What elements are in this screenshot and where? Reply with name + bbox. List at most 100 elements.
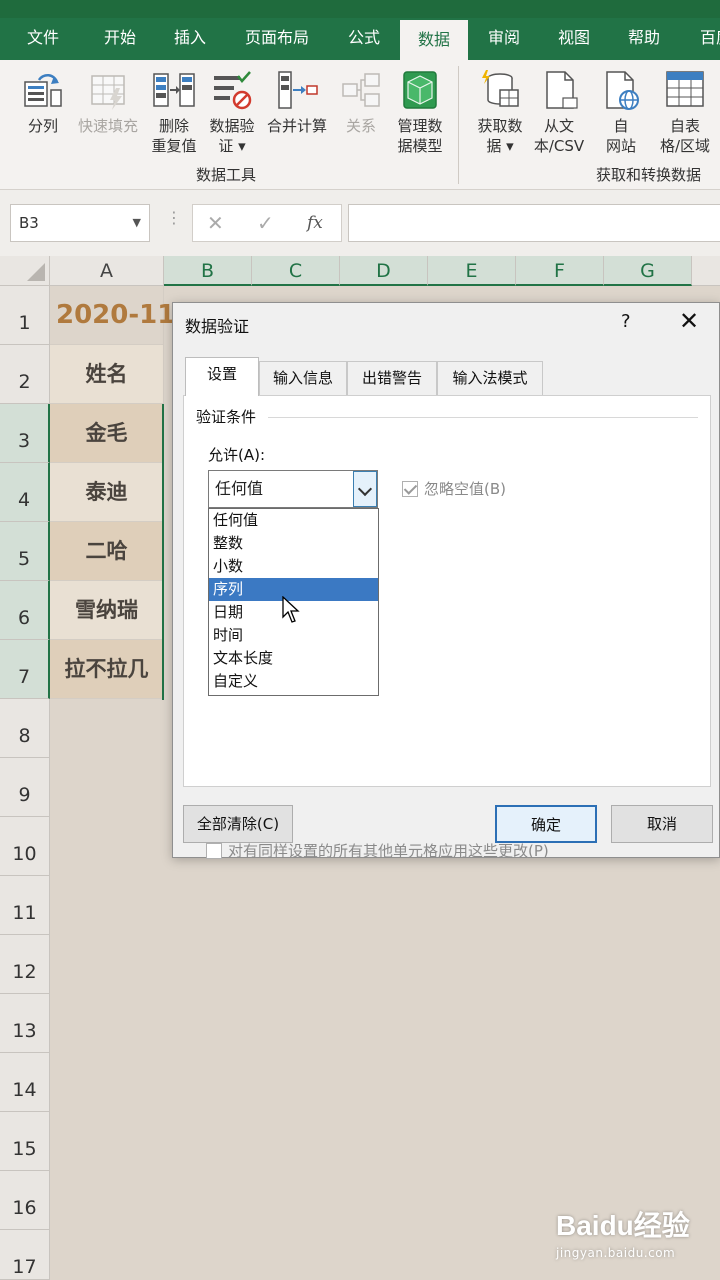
from-web-icon <box>606 71 639 110</box>
column-header-g[interactable]: G <box>604 256 692 286</box>
tab-baidu[interactable]: 百度 <box>690 18 720 60</box>
cell-a7[interactable]: 拉不拉几 <box>50 640 164 699</box>
relationships-button[interactable]: 关系 <box>338 68 384 136</box>
ribbon-group-separator <box>458 66 459 184</box>
cancel-icon[interactable]: ✕ <box>207 211 224 235</box>
column-header-e[interactable]: E <box>428 256 516 286</box>
column-header-b[interactable]: B <box>164 256 252 286</box>
enter-icon[interactable]: ✓ <box>257 211 274 235</box>
tab-data[interactable]: 数据 <box>400 20 468 62</box>
title-bar <box>0 0 720 18</box>
tab-input-message[interactable]: 输入信息 <box>259 361 347 395</box>
tab-file[interactable]: 文件 <box>18 18 68 60</box>
formula-buttons: ✕ ✓ fx <box>192 204 342 242</box>
drag-handle-icon[interactable]: ⋮ <box>166 208 182 227</box>
column-header-f[interactable]: F <box>516 256 604 286</box>
row-header-14[interactable]: 14 <box>0 1053 50 1112</box>
remove-duplicates-icon <box>153 73 195 107</box>
option-any-value[interactable]: 任何值 <box>209 509 378 532</box>
option-text-length[interactable]: 文本长度 <box>209 647 378 670</box>
chevron-down-icon[interactable]: ▼ <box>133 205 141 241</box>
section-validation-criteria: 验证条件 <box>196 406 263 427</box>
tab-ime-mode[interactable]: 输入法模式 <box>437 361 543 395</box>
from-table-range-button[interactable]: 自表 格/区域 <box>650 68 720 156</box>
formula-input[interactable] <box>348 204 720 242</box>
data-validation-dialog: 数据验证 ? ✕ 设置 输入信息 出错警告 输入法模式 验证条件 允许(A): … <box>172 302 720 861</box>
baidu-watermark: Baidu经验 jingyan.baidu.com <box>556 1204 690 1260</box>
column-header-a[interactable]: A <box>50 256 164 286</box>
row-header-6[interactable]: 6 <box>0 581 50 640</box>
option-time[interactable]: 时间 <box>209 624 378 647</box>
dialog-title: 数据验证 <box>185 317 250 336</box>
text-to-columns-button[interactable]: 分列 <box>18 68 68 136</box>
name-box[interactable]: B3 ▼ <box>10 204 150 242</box>
tab-error-alert[interactable]: 出错警告 <box>347 361 437 395</box>
row-header-16[interactable]: 16 <box>0 1171 50 1230</box>
insert-function-icon[interactable]: fx <box>307 213 323 233</box>
manage-data-model-button[interactable]: 管理数 据模型 <box>392 68 448 156</box>
ignore-blank-checkbox[interactable]: 忽略空值(B) <box>402 478 506 499</box>
from-table-icon <box>666 71 704 107</box>
row-header-15[interactable]: 15 <box>0 1112 50 1171</box>
mouse-pointer-icon <box>282 596 300 623</box>
allow-label: 允许(A): <box>208 446 266 464</box>
option-decimal[interactable]: 小数 <box>209 555 378 578</box>
apply-to-all-checkbox[interactable]: 对有同样设置的所有其他单元格应用这些更改(P) <box>206 840 549 861</box>
watermark-brand: Baidu经验 <box>556 1210 690 1241</box>
cell-a1[interactable]: 2020-11 <box>50 286 175 345</box>
consolidate-icon <box>278 71 318 109</box>
row-header-2[interactable]: 2 <box>0 345 50 404</box>
get-data-button[interactable]: 获取数 据 ▾ <box>470 68 530 156</box>
from-text-csv-button[interactable]: 从文 本/CSV <box>530 68 588 156</box>
row-header-4[interactable]: 4 <box>0 463 50 522</box>
row-header-17[interactable]: 17 <box>0 1230 50 1280</box>
text-to-columns-icon <box>24 73 62 107</box>
row-header-3[interactable]: 3 <box>0 404 50 463</box>
cell-a4[interactable]: 泰迪 <box>50 463 164 522</box>
watermark-url: jingyan.baidu.com <box>556 1246 676 1260</box>
cell-a3[interactable]: 金毛 <box>50 404 164 463</box>
tab-home[interactable]: 开始 <box>92 18 148 60</box>
cancel-button[interactable]: 取消 <box>611 805 713 843</box>
cell-a6[interactable]: 雪纳瑞 <box>50 581 164 640</box>
clear-all-button[interactable]: 全部清除(C) <box>183 805 293 843</box>
select-all-corner[interactable] <box>0 256 50 286</box>
help-icon[interactable]: ? <box>621 311 631 332</box>
tab-help[interactable]: 帮助 <box>618 18 670 60</box>
row-header-1[interactable]: 1 <box>0 286 50 345</box>
cell-a5[interactable]: 二哈 <box>50 522 164 581</box>
close-icon[interactable]: ✕ <box>679 307 699 335</box>
formula-bar: B3 ▼ ⋮ ✕ ✓ fx <box>0 190 720 256</box>
option-whole-number[interactable]: 整数 <box>209 532 378 555</box>
row-header-7[interactable]: 7 <box>0 640 50 699</box>
row-header-5[interactable]: 5 <box>0 522 50 581</box>
remove-duplicates-button[interactable]: 删除 重复值 <box>148 68 200 156</box>
from-web-button[interactable]: 自 网站 <box>598 68 644 156</box>
tab-settings[interactable]: 设置 <box>185 357 259 396</box>
ribbon-data: 分列 快速填充 删除 重复值 数据验 证 ▾ 合并计算 关系 管理数 据模型 数… <box>0 60 720 190</box>
chevron-down-icon[interactable] <box>353 471 377 507</box>
tab-formulas[interactable]: 公式 <box>336 18 392 60</box>
flash-fill-button[interactable]: 快速填充 <box>74 68 142 136</box>
row-header-8[interactable]: 8 <box>0 699 50 758</box>
column-header-d[interactable]: D <box>340 256 428 286</box>
column-header-c[interactable]: C <box>252 256 340 286</box>
row-header-11[interactable]: 11 <box>0 876 50 935</box>
tab-review[interactable]: 审阅 <box>478 18 530 60</box>
allow-select[interactable]: 任何值 <box>208 470 378 508</box>
row-header-13[interactable]: 13 <box>0 994 50 1053</box>
row-header-10[interactable]: 10 <box>0 817 50 876</box>
cell-a2[interactable]: 姓名 <box>50 345 164 404</box>
tab-page-layout[interactable]: 页面布局 <box>234 18 320 60</box>
consolidate-button[interactable]: 合并计算 <box>264 68 330 136</box>
column-header-blank <box>692 256 720 286</box>
relationships-icon <box>342 73 380 107</box>
group-label-get-transform: 获取和转换数据 <box>596 166 702 184</box>
tab-insert[interactable]: 插入 <box>162 18 218 60</box>
row-header-12[interactable]: 12 <box>0 935 50 994</box>
option-custom[interactable]: 自定义 <box>209 670 378 693</box>
data-validation-button[interactable]: 数据验 证 ▾ <box>204 68 260 156</box>
tab-view[interactable]: 视图 <box>548 18 600 60</box>
row-header-9[interactable]: 9 <box>0 758 50 817</box>
ok-button[interactable]: 确定 <box>495 805 597 843</box>
